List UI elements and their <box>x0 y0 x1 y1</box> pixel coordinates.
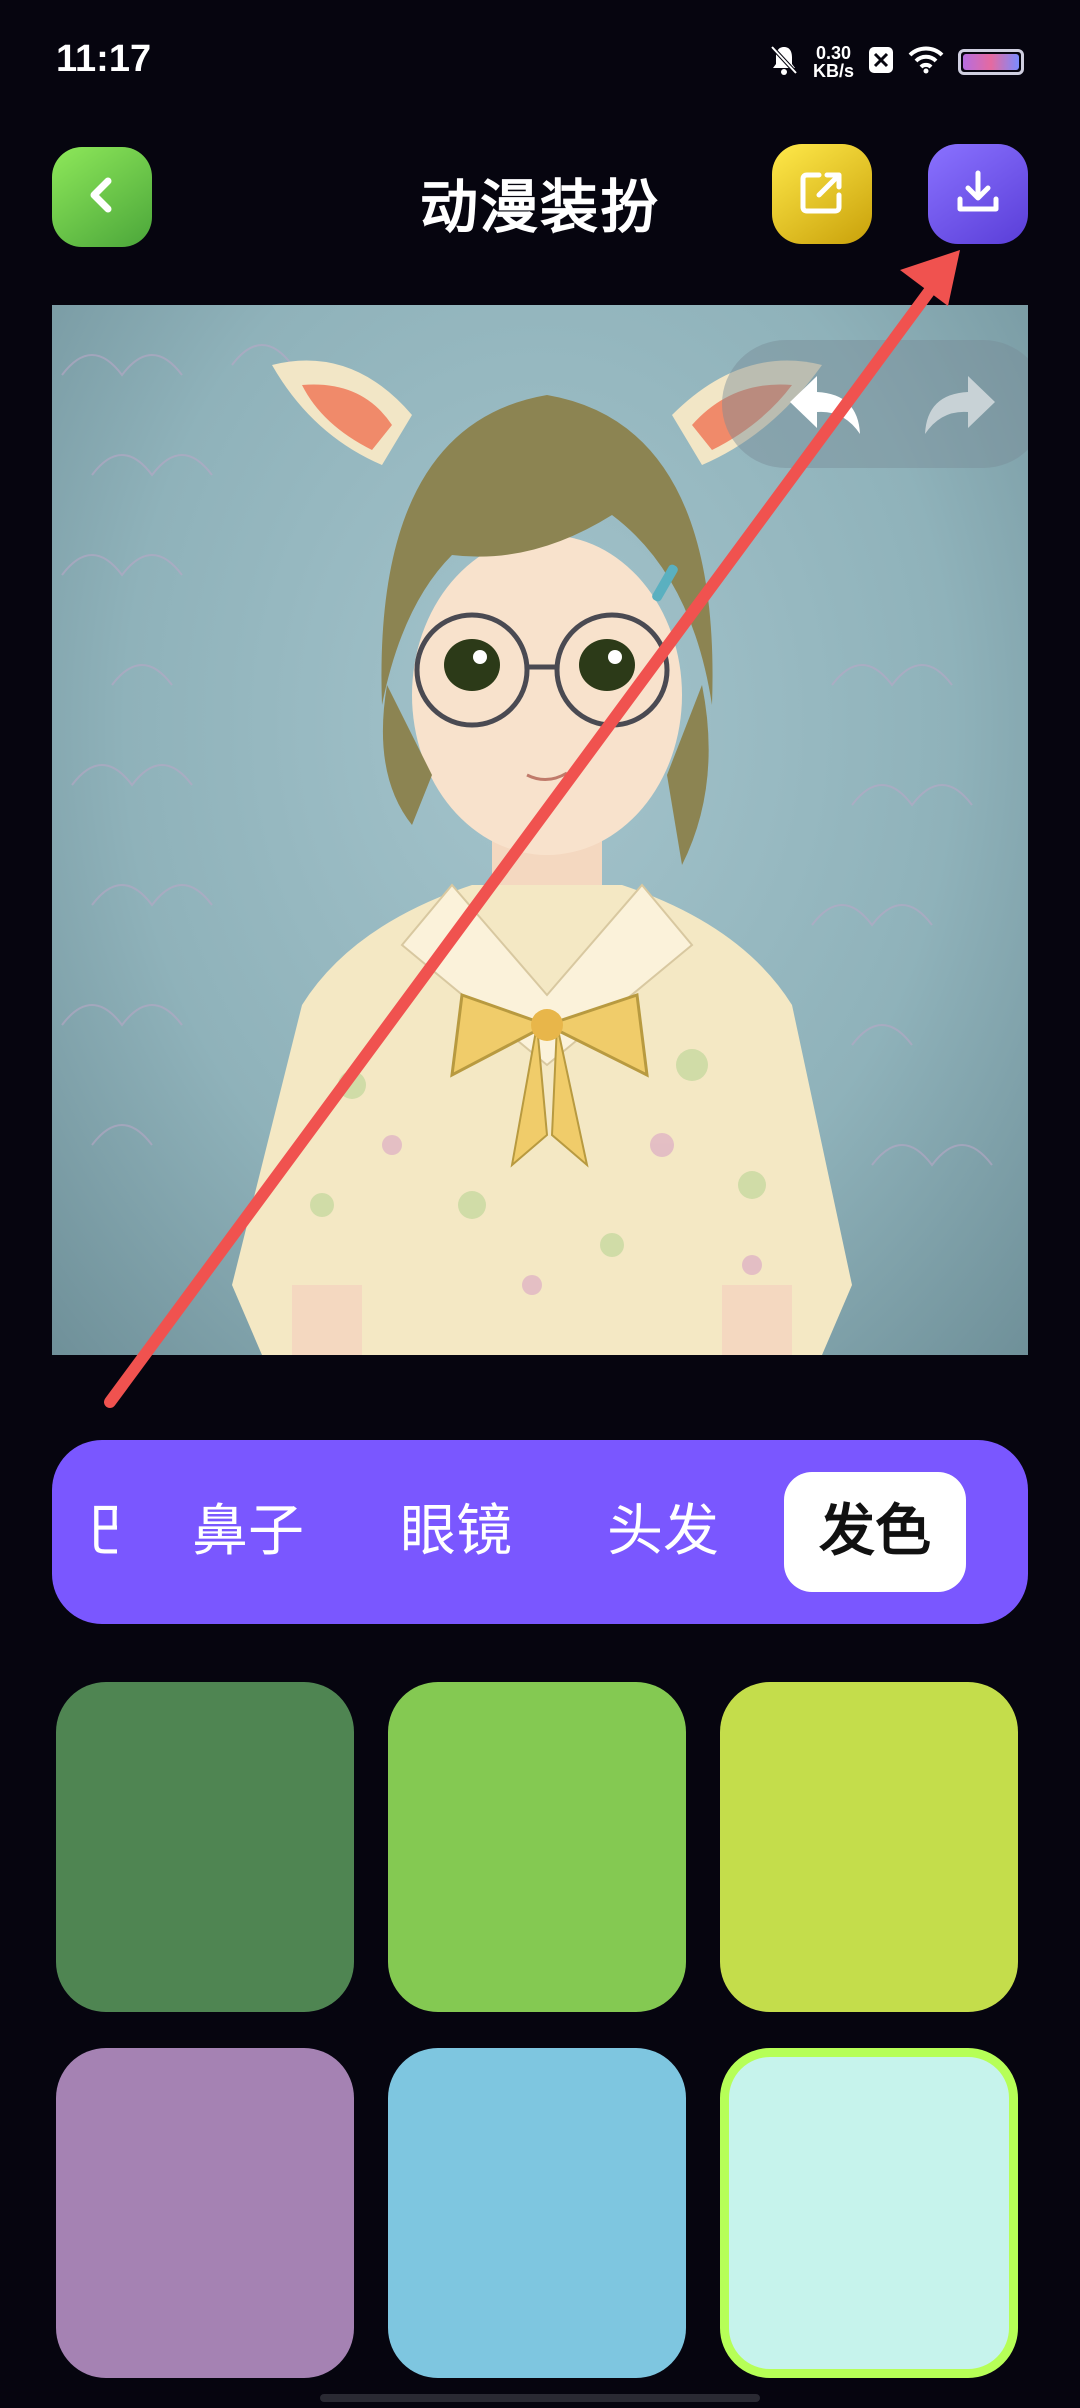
status-time: 11:17 <box>56 38 152 80</box>
redo-icon[interactable] <box>917 364 1003 448</box>
undo-redo-pill <box>722 340 1028 468</box>
color-swatch-selected[interactable] <box>720 2048 1018 2378</box>
category-tab-glasses[interactable]: 眼镜 <box>400 1490 512 1574</box>
color-swatch[interactable] <box>56 2048 354 2378</box>
net-speed-value: 0.30 <box>815 43 852 63</box>
battery-icon <box>958 49 1024 75</box>
download-icon <box>953 167 1003 221</box>
share-icon <box>797 167 847 221</box>
category-tab-hair[interactable]: 头发 <box>607 1490 719 1574</box>
color-swatch[interactable] <box>388 1682 686 2012</box>
download-button[interactable] <box>928 144 1028 244</box>
undo-icon[interactable] <box>782 364 868 448</box>
color-swatch[interactable] <box>388 2048 686 2378</box>
gesture-bar <box>320 2394 760 2402</box>
wifi-icon <box>908 46 944 78</box>
character-canvas[interactable] <box>52 305 1028 1355</box>
color-swatch[interactable] <box>56 1682 354 2012</box>
category-tab-chin[interactable]: 巴 <box>87 1490 117 1574</box>
share-button[interactable] <box>772 144 872 244</box>
category-tab-nose[interactable]: 鼻子 <box>192 1490 304 1574</box>
status-bar: 11:17 0.30 KB/s <box>0 0 1080 120</box>
net-speed-unit: KB/s <box>812 61 854 81</box>
page-title: 动漫装扮 <box>419 173 660 241</box>
category-bar: 巴 鼻子 眼镜 头发 发色 <box>52 1440 1028 1624</box>
color-swatch[interactable] <box>720 1682 1018 2012</box>
category-tab-hair-color[interactable]: 发色 <box>784 1472 966 1592</box>
status-icons: 0.30 KB/s <box>769 40 1024 84</box>
bell-mute-icon <box>769 44 799 80</box>
close-box-icon <box>868 46 894 78</box>
net-speed: 0.30 KB/s <box>813 44 854 80</box>
